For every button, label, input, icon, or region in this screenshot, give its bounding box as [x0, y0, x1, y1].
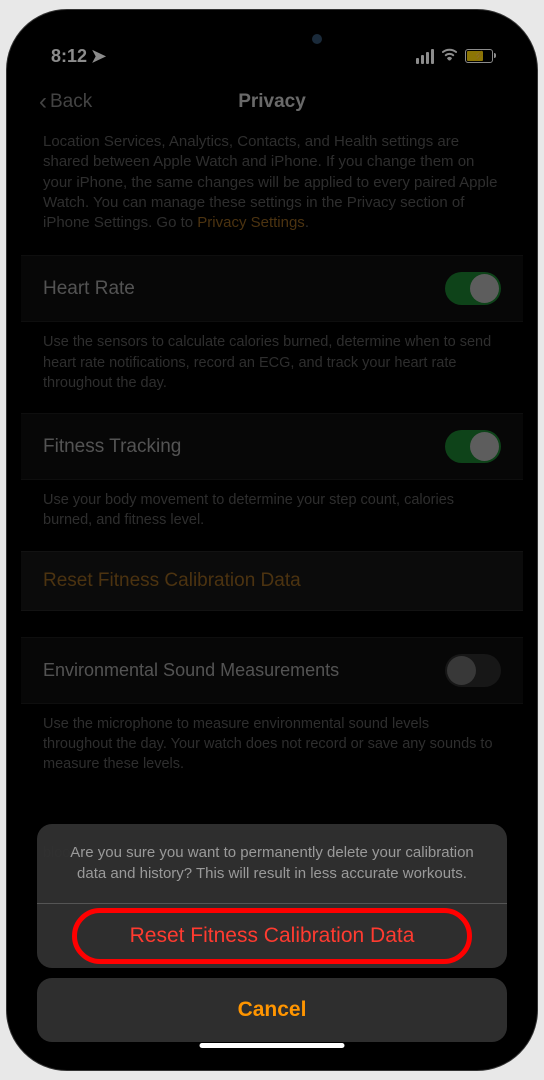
fitness-tracking-toggle[interactable] [445, 430, 501, 463]
chevron-left-icon: ‹ [39, 90, 47, 114]
home-indicator[interactable] [200, 1043, 345, 1048]
back-label: Back [50, 91, 92, 113]
phone-frame: 8:12 ➤ ⚡ ‹ [7, 10, 537, 1070]
phone-screen: 8:12 ➤ ⚡ ‹ [21, 24, 523, 1056]
fitness-tracking-row[interactable]: Fitness Tracking [21, 413, 523, 480]
signal-icon [416, 49, 434, 64]
page-title: Privacy [238, 91, 306, 113]
content-area: Location Services, Analytics, Contacts, … [21, 132, 523, 861]
sheet-message: Are you sure you want to permanently del… [37, 824, 507, 905]
status-time: 8:12 [51, 46, 87, 67]
heart-rate-label: Heart Rate [43, 278, 135, 300]
env-sound-toggle[interactable] [445, 654, 501, 687]
intro-text: Location Services, Analytics, Contacts, … [21, 132, 523, 255]
action-sheet: Are you sure you want to permanently del… [37, 824, 507, 1043]
reset-calibration-button[interactable]: Reset Fitness Calibration Data [37, 904, 507, 968]
heart-rate-toggle[interactable] [445, 272, 501, 305]
cancel-button[interactable]: Cancel [37, 978, 507, 1042]
env-sound-desc: Use the microphone to measure environmen… [21, 704, 523, 795]
wifi-icon [440, 46, 459, 66]
nav-header: ‹ Back Privacy [21, 76, 523, 132]
heart-rate-row[interactable]: Heart Rate [21, 255, 523, 322]
notch [167, 24, 377, 56]
privacy-settings-link[interactable]: Privacy Settings [197, 214, 305, 231]
reset-calibration-row[interactable]: Reset Fitness Calibration Data [21, 551, 523, 611]
battery-icon: ⚡ [465, 49, 493, 63]
env-sound-label: Environmental Sound Measurements [43, 660, 339, 681]
env-sound-row[interactable]: Environmental Sound Measurements [21, 637, 523, 704]
location-arrow-icon: ➤ [91, 46, 106, 67]
back-button[interactable]: ‹ Back [39, 90, 92, 114]
fitness-tracking-desc: Use your body movement to determine your… [21, 480, 523, 551]
heart-rate-desc: Use the sensors to calculate calories bu… [21, 322, 523, 413]
fitness-tracking-label: Fitness Tracking [43, 436, 181, 458]
